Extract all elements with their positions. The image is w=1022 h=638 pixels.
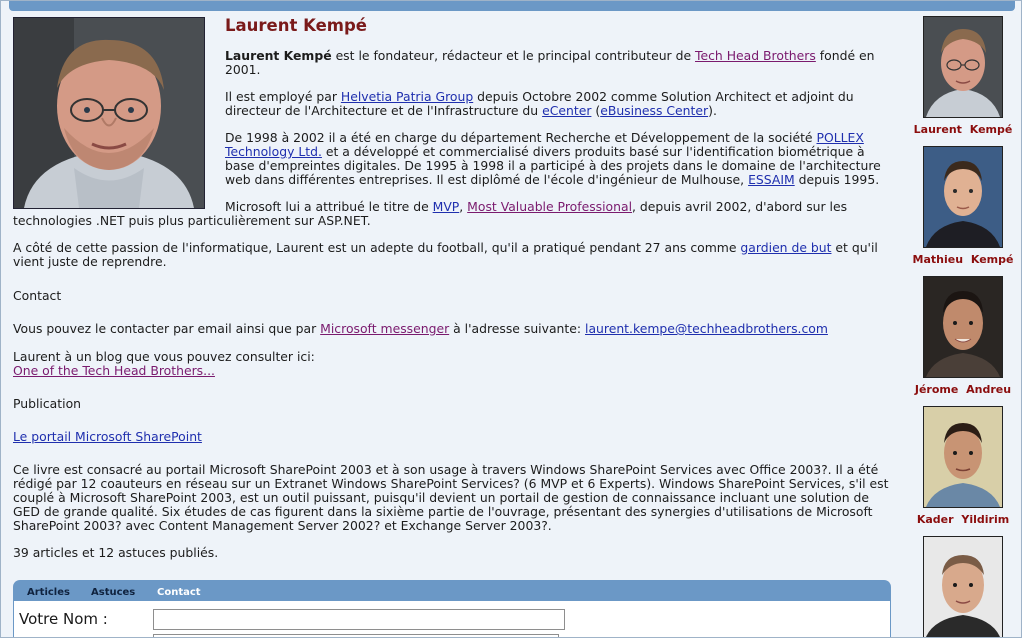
page-frame: Laurent Kempé Laurent Kempé est le fonda… [0, 0, 1022, 638]
name-label: Votre Nom : [19, 610, 108, 628]
stats-text: 39 articles et 12 astuces publiés. [13, 545, 219, 560]
member-card[interactable]: Mathieu Kempé [907, 146, 1019, 276]
member-card[interactable] [907, 536, 1019, 637]
members-sidebar: Laurent Kempé Mathieu Kempé Jérome Andre… [907, 16, 1019, 637]
member-card[interactable]: Jérome Andreu [907, 276, 1019, 406]
tab-articles[interactable]: Articles [27, 587, 70, 598]
blog-text: Laurent à un blog que vous pouvez consul… [13, 349, 315, 364]
second-input[interactable] [153, 634, 559, 637]
portrait-photo [13, 17, 205, 209]
history-text-c: depuis 1995. [794, 172, 880, 187]
employment-text-d: ). [708, 103, 717, 118]
employment-text-a: Il est employé par [225, 89, 341, 104]
book-description: Ce livre est consacré au portail Microso… [13, 462, 889, 533]
member-card[interactable]: Kader Yildirim [907, 406, 1019, 536]
ecenter-link[interactable]: eCenter [542, 103, 591, 118]
most-valuable-professional-link[interactable]: Most Valuable Professional [467, 199, 632, 214]
essaim-link[interactable]: ESSAIM [748, 172, 795, 187]
history-text-a: De 1998 à 2002 il a été en charge du dép… [225, 130, 817, 145]
publication-heading: Publication [13, 396, 81, 411]
member-photo[interactable] [923, 536, 1003, 637]
football-text-a: A côté de cette passion de l'informatiqu… [13, 240, 741, 255]
tab-bar: Articles Astuces Contact [13, 580, 891, 601]
blog-link[interactable]: One of the Tech Head Brothers... [13, 363, 215, 378]
contact-form: Votre Nom : [13, 601, 891, 637]
messenger-link[interactable]: Microsoft messenger [320, 321, 449, 336]
member-name[interactable]: Jérome Andreu [907, 382, 1019, 398]
name-input[interactable] [153, 609, 565, 630]
employment-text-c: ( [591, 103, 601, 118]
member-name[interactable]: Mathieu Kempé [907, 252, 1019, 268]
mvp-text-b: , [459, 199, 468, 214]
intro-text: est le fondateur, rédacteur et le princi… [331, 48, 696, 63]
member-photo[interactable] [923, 276, 1003, 378]
member-card[interactable]: Laurent Kempé [907, 16, 1019, 146]
tab-panel: Articles Astuces Contact Votre Nom : [13, 580, 891, 637]
blog-paragraph: Laurent à un blog que vous pouvez consul… [13, 350, 893, 378]
helvetia-link[interactable]: Helvetia Patria Group [341, 89, 473, 104]
member-name[interactable]: Kader Yildirim [907, 512, 1019, 528]
contact-paragraph: Vous pouvez le contacter par email ainsi… [13, 322, 893, 336]
member-name[interactable]: Laurent Kempé [907, 122, 1019, 138]
email-link[interactable]: laurent.kempe@techheadbrothers.com [585, 321, 828, 336]
intro-name: Laurent Kempé [225, 48, 332, 63]
contact-heading: Contact [13, 288, 62, 303]
book-link-paragraph: Le portail Microsoft SharePoint [13, 430, 893, 444]
member-photo[interactable] [923, 146, 1003, 248]
member-photo[interactable] [923, 16, 1003, 118]
contact-text-a: Vous pouvez le contacter par email ainsi… [13, 321, 321, 336]
mvp-text-a: Microsoft lui a attribué le titre de [225, 199, 433, 214]
top-bar [9, 1, 1015, 11]
main-content: Laurent Kempé Laurent Kempé est le fonda… [13, 17, 893, 573]
tab-astuces[interactable]: Astuces [91, 587, 135, 598]
book-link[interactable]: Le portail Microsoft SharePoint [13, 429, 202, 444]
football-paragraph: A côté de cette passion de l'informatiqu… [13, 241, 893, 269]
gardien-link[interactable]: gardien de but [740, 240, 831, 255]
mvp-link[interactable]: MVP [433, 199, 460, 214]
member-photo[interactable] [923, 406, 1003, 508]
tab-contact[interactable]: Contact [157, 587, 201, 598]
contact-text-b: à l'adresse suivante: [449, 321, 585, 336]
ebusiness-center-link[interactable]: eBusiness Center [600, 103, 708, 118]
tech-head-brothers-link[interactable]: Tech Head Brothers [695, 48, 816, 63]
